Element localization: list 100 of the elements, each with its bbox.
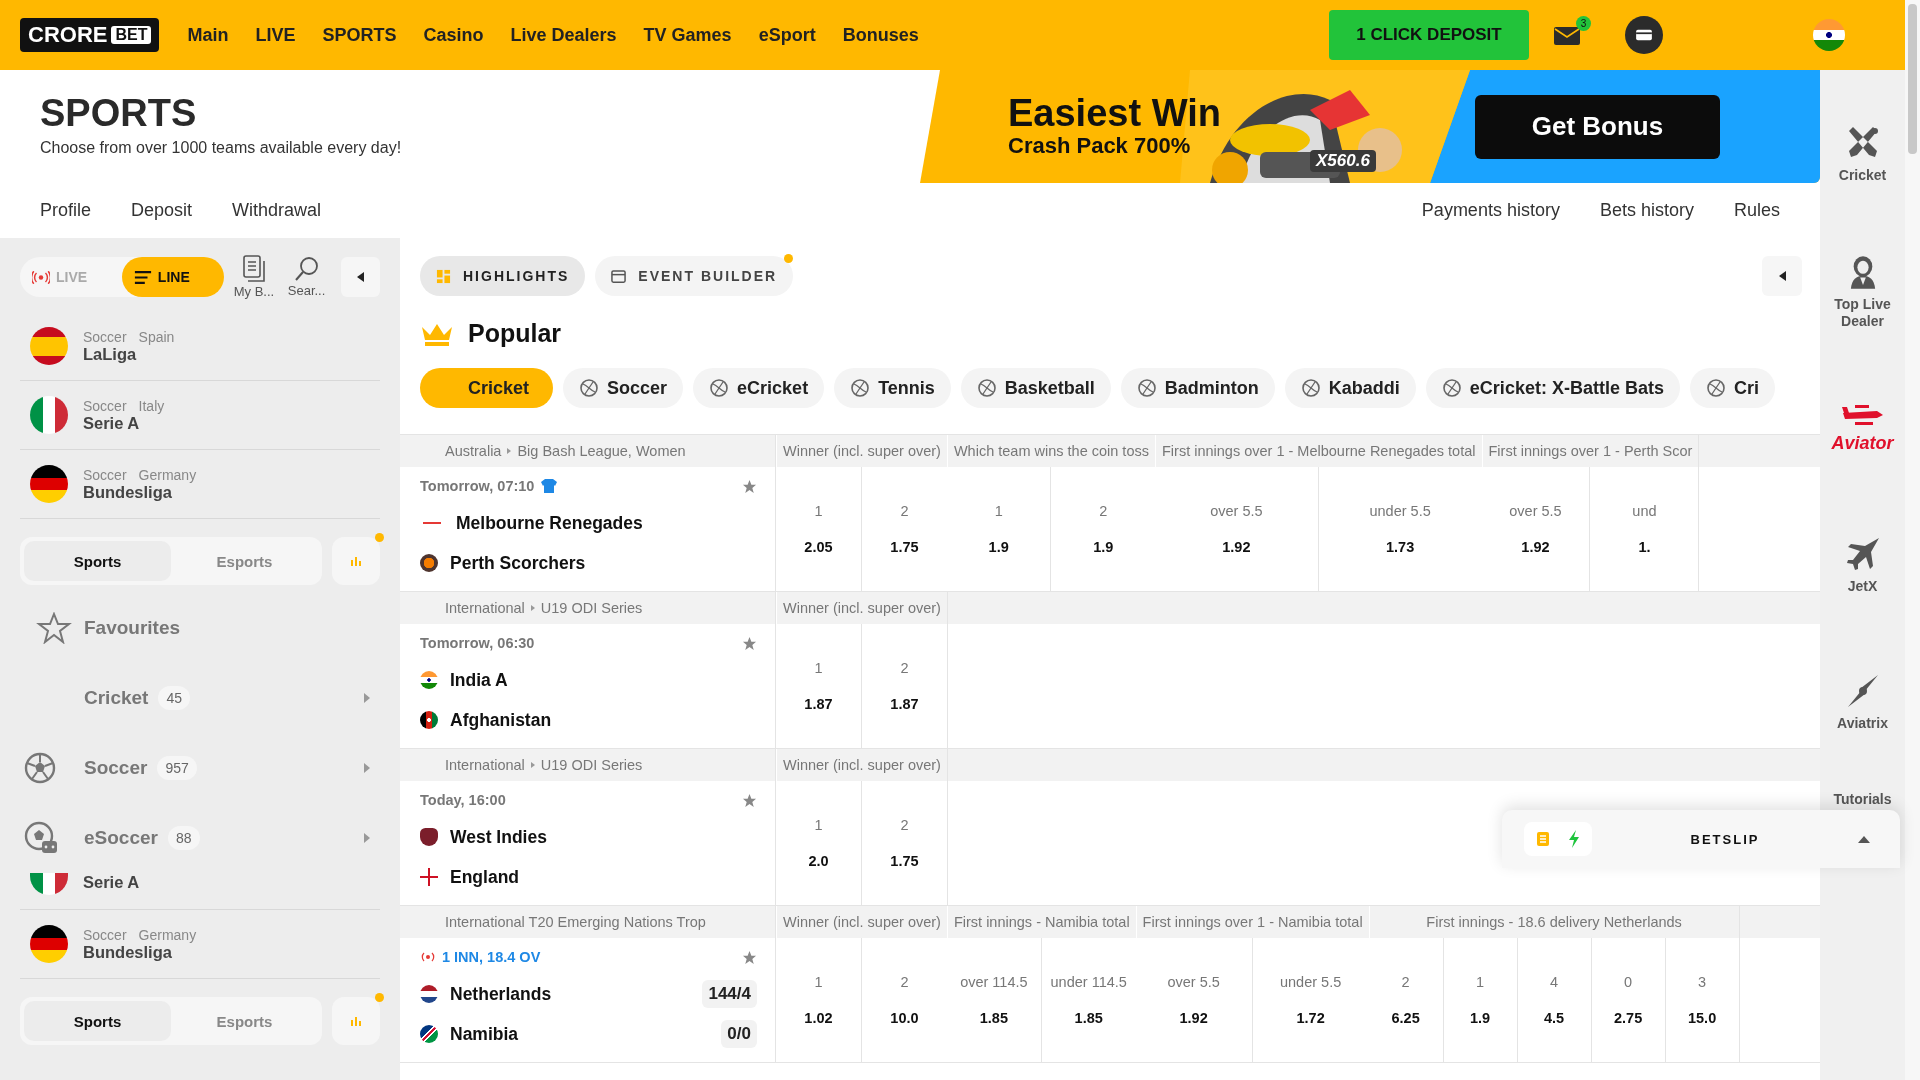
team-icon bbox=[420, 711, 438, 729]
league-item[interactable]: Soccer Germany Bundesliga bbox=[20, 450, 380, 519]
ball-icon bbox=[1705, 378, 1726, 398]
sport-chip[interactable]: Soccer bbox=[563, 368, 684, 408]
sport-chip[interactable]: Basketball bbox=[960, 368, 1111, 408]
star-icon[interactable] bbox=[742, 792, 757, 808]
rail-item[interactable]: Aviator bbox=[1820, 360, 1905, 497]
nav-link[interactable]: TV Games bbox=[643, 24, 732, 46]
flag-icon bbox=[30, 873, 68, 895]
collapse-button[interactable] bbox=[340, 257, 380, 297]
rail-item[interactable]: Aviatrix bbox=[1820, 634, 1905, 771]
market-title: First innings - Namibia total bbox=[946, 906, 1136, 938]
score-badge: 0/0 bbox=[721, 1020, 757, 1048]
get-bonus-button[interactable]: Get Bonus bbox=[1475, 94, 1720, 159]
nav-link[interactable]: Main bbox=[187, 24, 229, 46]
account-link[interactable]: Deposit bbox=[131, 200, 193, 221]
nav-link[interactable]: eSport bbox=[758, 24, 816, 46]
nav-link[interactable]: Casino bbox=[423, 24, 484, 46]
mail-icon[interactable] bbox=[1553, 24, 1581, 46]
category-tab[interactable]: Sports bbox=[24, 541, 171, 581]
flag-icon bbox=[30, 465, 68, 503]
lightning-icon bbox=[1568, 830, 1580, 848]
collapse-button[interactable] bbox=[1762, 256, 1802, 296]
tool-button[interactable]: My B... bbox=[231, 255, 277, 299]
rail-item[interactable]: Tutorials bbox=[1820, 791, 1905, 808]
match-time: 1 INN, 18.4 OV bbox=[442, 949, 541, 965]
sport-item[interactable]: Soccer 957 bbox=[20, 733, 380, 803]
sport-chip[interactable]: eCricket bbox=[693, 368, 825, 408]
team-name: Namibia bbox=[450, 1023, 519, 1045]
soccer-ball-icon bbox=[24, 752, 56, 784]
nav-link[interactable]: SPORTS bbox=[322, 24, 397, 46]
betslip-bar[interactable]: BETSLIP bbox=[1502, 810, 1900, 868]
banner-headline: Easiest Win bbox=[1008, 93, 1221, 134]
section-title: Popular bbox=[468, 319, 562, 348]
sport-item[interactable]: eSoccer 88 bbox=[20, 803, 380, 873]
league-item[interactable]: Soccer Italy Serie A bbox=[20, 381, 380, 450]
sport-chip[interactable]: eCricket: X-Battle Bats bbox=[1425, 368, 1680, 408]
esoccer-icon bbox=[24, 821, 58, 855]
sport-item[interactable]: Cricket 45 bbox=[20, 663, 380, 733]
ball-icon bbox=[1300, 378, 1321, 398]
match-time: Tomorrow, 07:10 bbox=[420, 478, 535, 494]
score-badge: 144/4 bbox=[702, 980, 757, 1008]
team-icon bbox=[420, 985, 438, 1003]
window-icon bbox=[611, 268, 627, 284]
deposit-button[interactable]: 1 CLICK DEPOSIT bbox=[1329, 10, 1529, 60]
nav-link[interactable]: LIVE bbox=[255, 24, 296, 46]
category-tab[interactable]: Sports bbox=[24, 1001, 171, 1041]
sport-chip[interactable]: Cricket bbox=[420, 368, 554, 408]
market-title: Winner (incl. super over) bbox=[776, 749, 947, 781]
star-icon[interactable] bbox=[742, 635, 757, 651]
market-title: Winner (incl. super over) bbox=[776, 435, 947, 467]
view-tab[interactable]: HIGHLIGHTS bbox=[420, 256, 586, 296]
logo[interactable]: CRORE BET bbox=[20, 18, 160, 52]
ball-icon bbox=[709, 378, 730, 398]
league-name: Bundesliga bbox=[83, 942, 172, 962]
live-icon bbox=[420, 951, 436, 963]
promo-banner[interactable]: Easiest Win Crash Pack 700% X560.6 Get Bonus bbox=[910, 70, 1820, 183]
sport-chip[interactable]: Cri bbox=[1689, 368, 1775, 408]
league-item[interactable]: Soccer Germany Bundesliga bbox=[20, 910, 380, 979]
rail-item[interactable]: JetX bbox=[1820, 497, 1905, 634]
nav-link[interactable]: Bonuses bbox=[842, 24, 919, 46]
notification-badge: 3 bbox=[1576, 16, 1591, 31]
view-tab[interactable]: EVENT BUILDER bbox=[595, 256, 794, 296]
league-name: Serie A bbox=[83, 413, 140, 433]
wallet-icon[interactable] bbox=[1625, 16, 1663, 54]
history-link[interactable]: Bets history bbox=[1599, 200, 1694, 221]
league-item[interactable]: Serie A bbox=[20, 873, 380, 910]
market-title: Winner (incl. super over) bbox=[776, 906, 947, 938]
ball-icon bbox=[579, 378, 600, 398]
search-icon bbox=[293, 256, 320, 282]
star-icon[interactable] bbox=[742, 478, 757, 494]
account-link[interactable]: Withdrawal bbox=[232, 200, 322, 221]
star-icon[interactable] bbox=[742, 949, 757, 965]
account-link[interactable]: Profile bbox=[40, 200, 92, 221]
favourites-item[interactable]: Favourites bbox=[20, 593, 380, 663]
history-link[interactable]: Rules bbox=[1733, 200, 1780, 221]
ticket-icon bbox=[1536, 831, 1550, 847]
bar-chart-icon bbox=[350, 555, 362, 567]
separator-icon bbox=[530, 605, 535, 611]
sport-chip[interactable]: Tennis bbox=[834, 368, 951, 408]
league-label: U19 ODI Series bbox=[540, 600, 643, 616]
league-label: U19 ODI Series bbox=[540, 757, 643, 773]
flag-icon[interactable] bbox=[1813, 19, 1845, 51]
sport-chip[interactable]: Badminton bbox=[1120, 368, 1275, 408]
league-item[interactable]: Soccer Spain LaLiga bbox=[20, 312, 380, 381]
team-name: Perth Scorchers bbox=[450, 552, 586, 574]
league-label: International bbox=[445, 757, 525, 773]
nav-link[interactable]: Live Dealers bbox=[510, 24, 617, 46]
market-title: First innings over 1 - Melbourne Renegades total bbox=[1154, 435, 1482, 467]
flag-icon bbox=[30, 396, 68, 434]
rail-item[interactable]: Top Live Dealer bbox=[1820, 223, 1905, 360]
history-link[interactable]: Payments history bbox=[1421, 200, 1560, 221]
mode-tab[interactable]: LINE bbox=[121, 257, 224, 297]
count-badge: 45 bbox=[158, 686, 190, 710]
scrollbar[interactable] bbox=[1905, 0, 1920, 1080]
rail-item[interactable]: Cricket bbox=[1820, 86, 1905, 223]
tool-button[interactable]: Sear... bbox=[284, 256, 329, 298]
sport-chip[interactable]: Kabaddi bbox=[1284, 368, 1416, 408]
league-name: Bundesliga bbox=[83, 482, 172, 502]
flag-icon bbox=[30, 925, 68, 963]
